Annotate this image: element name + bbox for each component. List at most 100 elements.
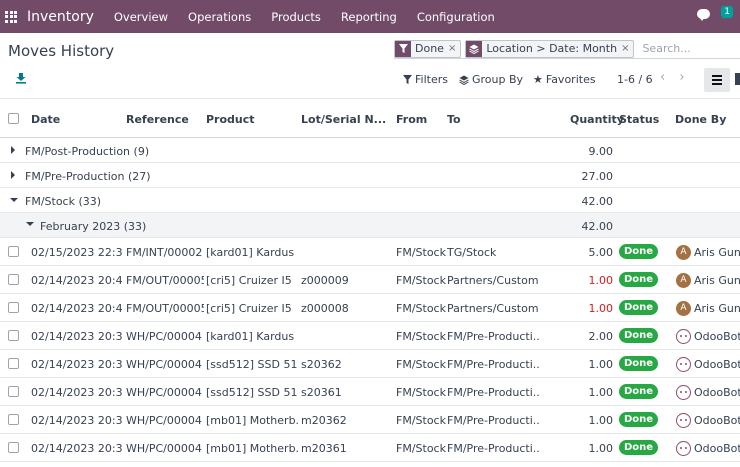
subgroup-row-february[interactable]: February 2023 (33) 42.00: [0, 213, 740, 238]
apps-menu-icon[interactable]: [5, 10, 17, 23]
group-total: 27.00: [581, 170, 614, 183]
menu-configuration[interactable]: Configuration: [417, 10, 495, 24]
chevron-left-icon[interactable]: ‹: [660, 70, 665, 85]
caret-right-icon: [11, 171, 15, 179]
row-checkbox[interactable]: [8, 330, 19, 341]
menu-reporting[interactable]: Reporting: [341, 10, 397, 24]
row-checkbox[interactable]: [8, 386, 19, 397]
chevron-right-icon[interactable]: ›: [679, 70, 684, 85]
facet-remove-icon[interactable]: ×: [448, 41, 460, 57]
filters-button[interactable]: Filters: [403, 73, 448, 86]
favorites-label: Favorites: [545, 73, 596, 86]
table-row[interactable]: 02/14/2023 20:4... FM/OUT/00005 [cri5] Cru…: [0, 294, 740, 322]
search-input[interactable]: Search...: [642, 42, 690, 55]
group-total: 42.00: [581, 195, 614, 208]
cell-done-by: OdooBot: [694, 358, 740, 371]
top-navbar: Inventory Overview Operations Products R…: [0, 0, 740, 33]
row-checkbox[interactable]: [8, 246, 19, 257]
facet-filter-done[interactable]: Done ×: [394, 39, 462, 58]
groupby-label: Group By: [472, 73, 524, 86]
groupby-button[interactable]: Group By: [459, 73, 523, 86]
table-row[interactable]: 02/14/2023 20:3... WH/PC/00004 [mb01] Moth…: [0, 406, 740, 434]
facet-groupby[interactable]: Location > Date: Month ×: [465, 39, 635, 58]
row-checkbox[interactable]: [8, 302, 19, 313]
group-row-pre-production[interactable]: FM/Pre-Production (27) 27.00: [0, 163, 740, 188]
download-icon[interactable]: [15, 72, 27, 84]
col-date[interactable]: Date: [31, 113, 60, 126]
cell-done-by: Aris Gunta: [694, 274, 740, 287]
cell-date: 02/14/2023 20:4...: [31, 274, 123, 287]
list-view-button[interactable]: [704, 68, 730, 92]
row-checkbox[interactable]: [8, 414, 19, 425]
cell-lot: m20362: [301, 414, 347, 427]
col-reference[interactable]: Reference: [126, 113, 189, 126]
cell-lot: z000008: [301, 302, 349, 315]
table-row[interactable]: 02/14/2023 20:3... WH/PC/00004 [ssd512] SS…: [0, 350, 740, 378]
cell-product: [kard01] Kardus: [206, 330, 295, 343]
table-row[interactable]: 02/14/2023 20:3... WH/PC/00004 [mb01] Moth…: [0, 434, 740, 462]
caret-down-icon: [10, 198, 18, 202]
group-total: 9.00: [588, 145, 614, 158]
col-to[interactable]: To: [447, 113, 461, 126]
table-row[interactable]: 02/14/2023 20:4... FM/OUT/00005 [cri5] Cru…: [0, 266, 740, 294]
app-brand[interactable]: Inventory: [27, 9, 94, 25]
cell-done-by: OdooBot: [694, 386, 740, 399]
pivot-view-button[interactable]: [735, 73, 740, 85]
row-checkbox[interactable]: [8, 274, 19, 285]
cell-from: FM/Stock: [396, 274, 446, 287]
col-lot[interactable]: Lot/Serial N...: [301, 113, 386, 126]
cell-from: FM/Stock: [396, 358, 446, 371]
cell-quantity: 1.00: [588, 302, 614, 315]
chat-icon[interactable]: [697, 8, 712, 21]
col-product[interactable]: Product: [206, 113, 255, 126]
cell-reference: WH/PC/00004: [126, 330, 202, 343]
status-badge: Done: [619, 412, 659, 427]
cell-to: FM/Pre-Producti...: [447, 330, 539, 343]
status-badge: Done: [619, 356, 659, 371]
group-row-post-production[interactable]: FM/Post-Production (9) 9.00: [0, 138, 740, 163]
cell-from: FM/Stock: [396, 330, 446, 343]
cell-date: 02/15/2023 22:3...: [31, 246, 123, 259]
table-row[interactable]: 02/15/2023 22:3... FM/INT/00002 [kard01] K…: [0, 238, 740, 266]
cell-to: FM/Pre-Producti...: [447, 442, 539, 455]
col-done-by[interactable]: Done By: [675, 113, 726, 126]
group-row-stock[interactable]: FM/Stock (33) 42.00: [0, 188, 740, 213]
cell-from: FM/Stock: [396, 442, 446, 455]
menu-overview[interactable]: Overview: [114, 10, 168, 24]
search-bar[interactable]: Done × Location > Date: Month × Search..…: [394, 39, 740, 59]
cell-to: FM/Pre-Producti...: [447, 414, 539, 427]
menu-products[interactable]: Products: [271, 10, 321, 24]
table-row[interactable]: 02/14/2023 20:3... WH/PC/00004 [kard01] Ka…: [0, 322, 740, 350]
caret-right-icon: [11, 146, 15, 154]
select-all-checkbox[interactable]: [8, 113, 19, 124]
cell-quantity: 1.00: [588, 442, 614, 455]
cell-reference: WH/PC/00004: [126, 358, 202, 371]
status-badge: Done: [619, 272, 659, 287]
facet-remove-icon[interactable]: ×: [621, 41, 633, 57]
col-status[interactable]: Status: [619, 113, 659, 126]
table-row[interactable]: 02/14/2023 20:3... WH/PC/00004 [ssd512] SS…: [0, 378, 740, 406]
favorites-button[interactable]: ★ Favorites: [533, 73, 596, 86]
odoobot-avatar-icon: [676, 385, 691, 400]
cell-lot: m20361: [301, 442, 347, 455]
group-label: FM/Pre-Production (27): [25, 170, 151, 183]
layers-icon: [466, 40, 483, 57]
pager-value[interactable]: 1-6 / 6: [617, 73, 653, 86]
cell-lot: s20361: [301, 386, 342, 399]
col-from[interactable]: From: [396, 113, 427, 126]
facet-label: Done: [415, 41, 444, 55]
status-badge: Done: [619, 384, 659, 399]
col-quantity[interactable]: Quantity: [570, 113, 624, 126]
cell-reference: FM/INT/00002: [126, 246, 203, 259]
row-checkbox[interactable]: [8, 358, 19, 369]
cell-date: 02/14/2023 20:3...: [31, 442, 123, 455]
row-checkbox[interactable]: [8, 442, 19, 453]
notification-badge: 1: [721, 6, 733, 18]
cell-product: [cri5] Cruizer I5: [206, 302, 292, 315]
cell-reference: WH/PC/00004: [126, 442, 202, 455]
status-badge: Done: [619, 440, 659, 455]
cell-done-by: OdooBot: [694, 442, 740, 455]
cell-quantity: 1.00: [588, 274, 614, 287]
odoobot-avatar-icon: [676, 357, 691, 372]
menu-operations[interactable]: Operations: [188, 10, 251, 24]
